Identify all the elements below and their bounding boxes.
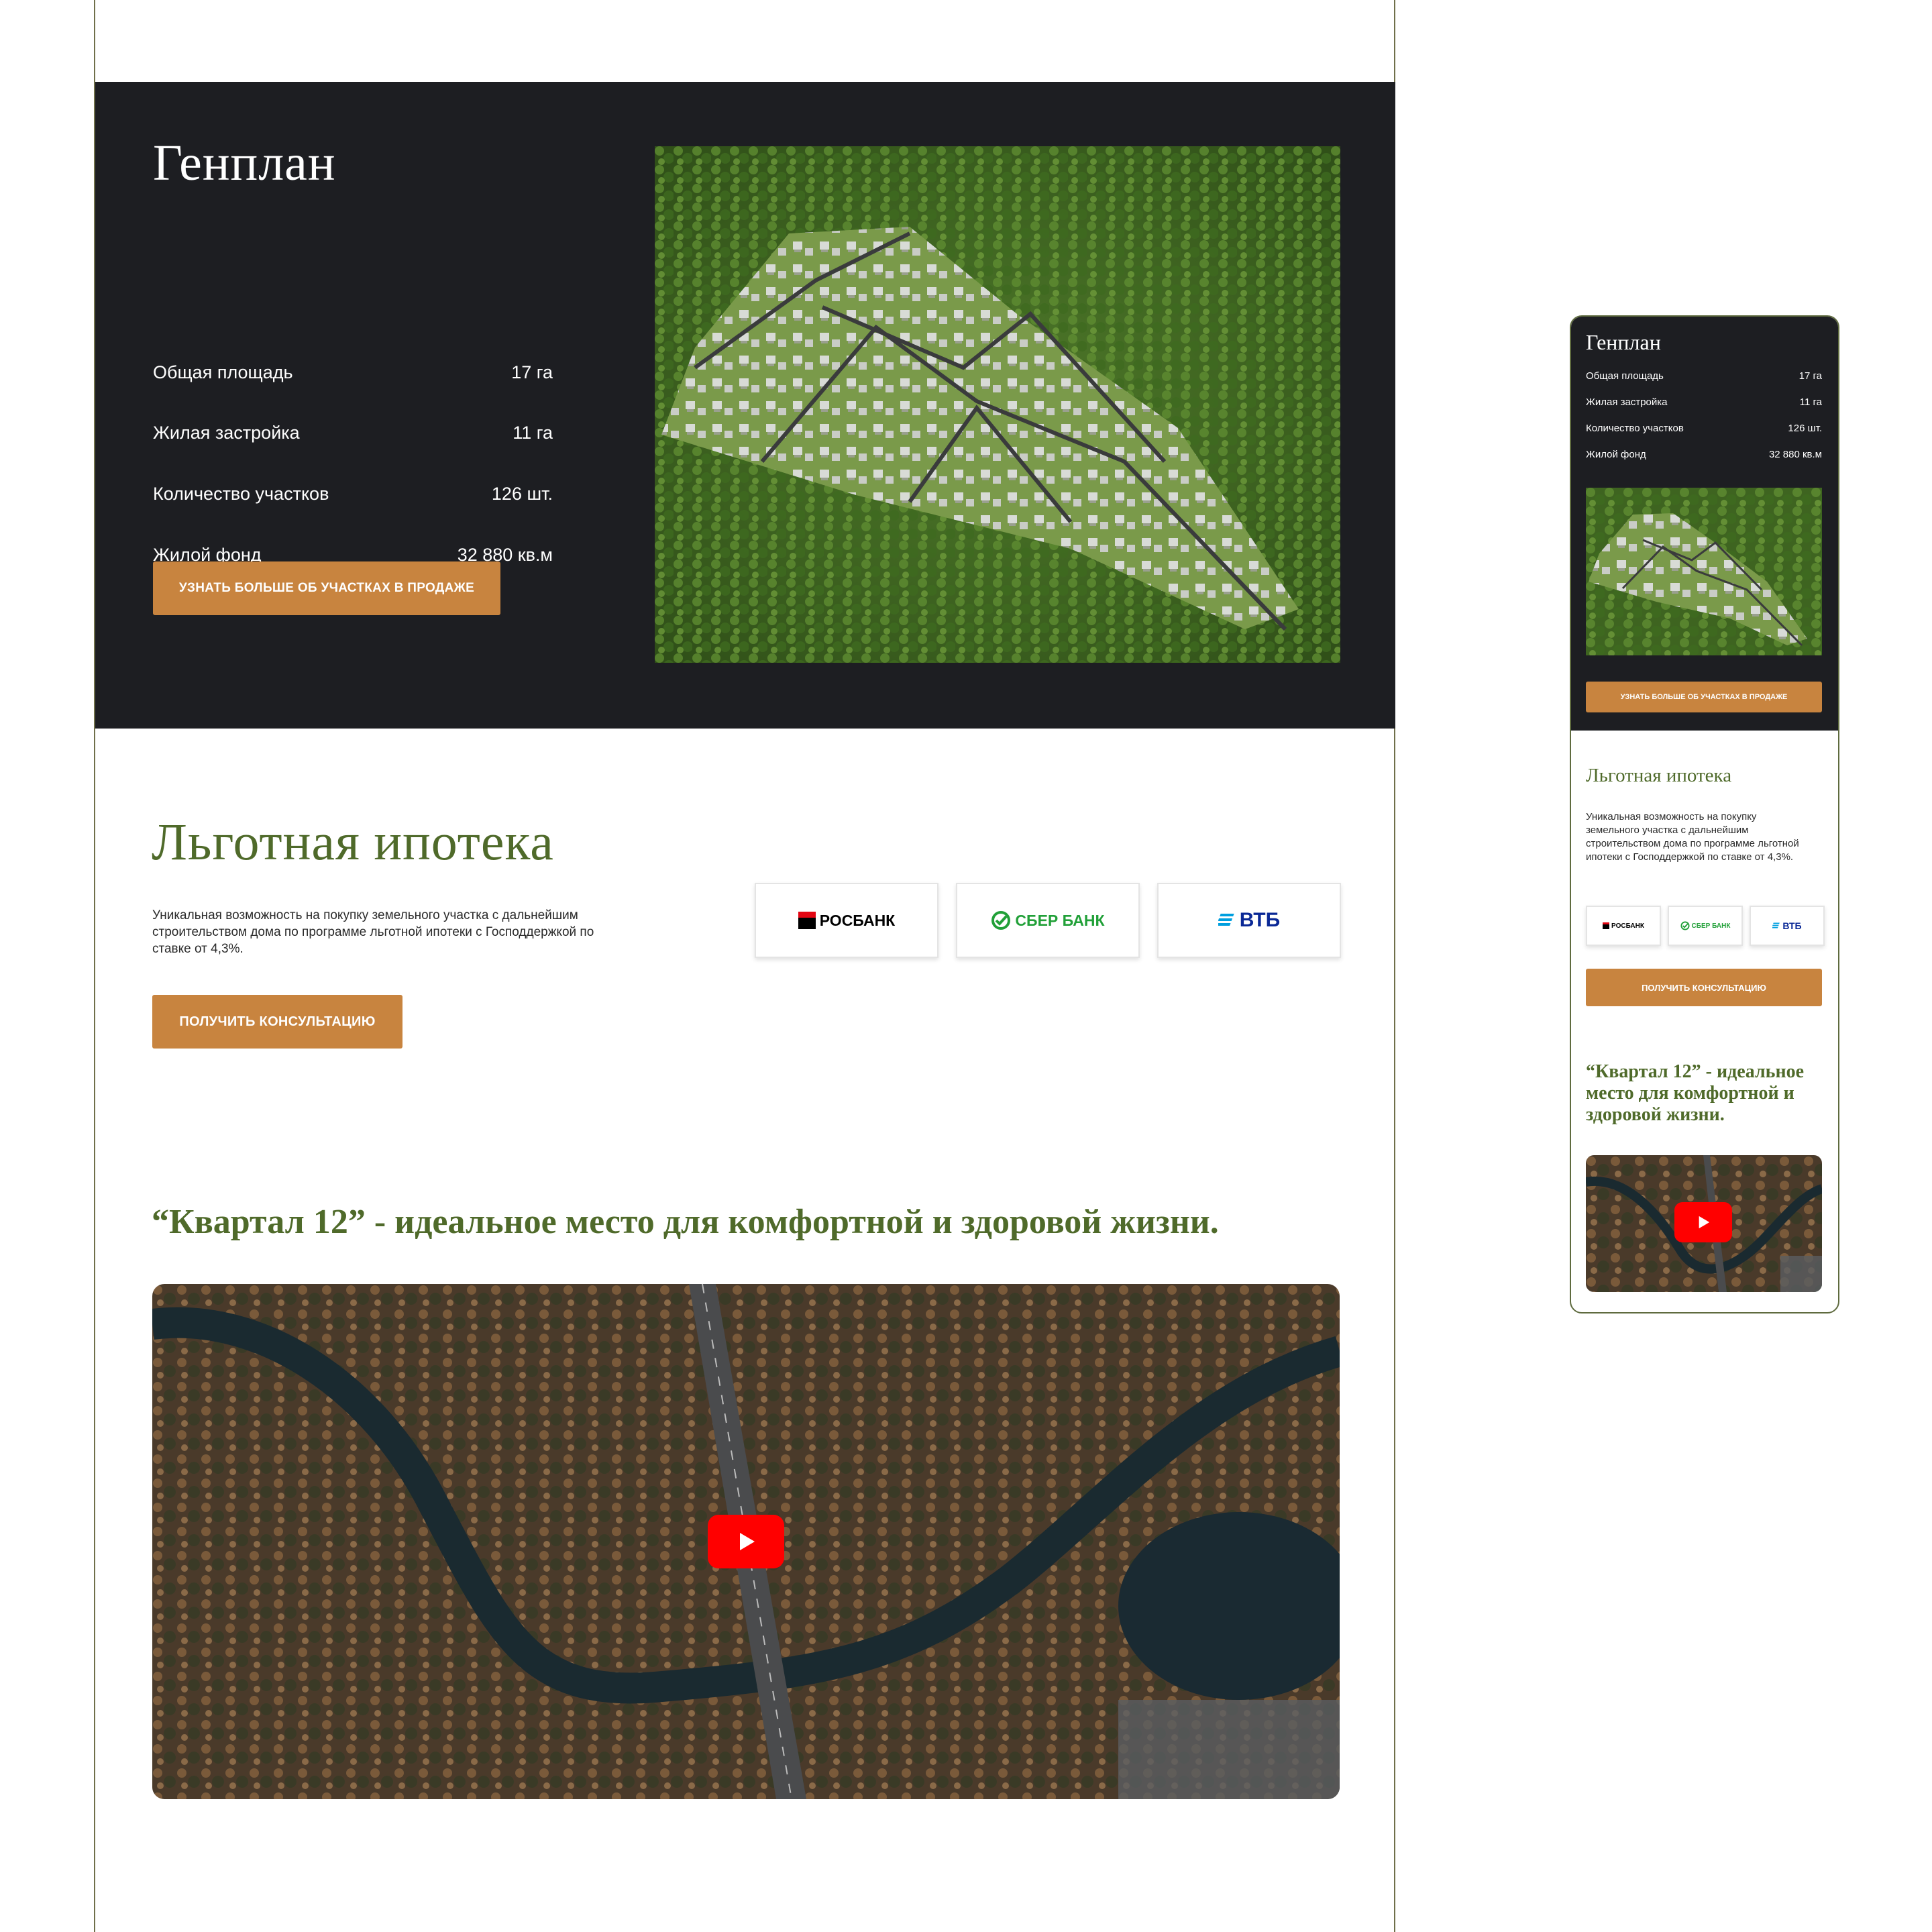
kvartal-title: “Квартал 12” - идеальное место для комфо… (152, 1203, 1219, 1241)
stat-label-total-area: Общая площадь (153, 362, 293, 382)
mobile-sber-logo-icon (1680, 921, 1690, 930)
bank-name-vtb: ВТБ (1239, 909, 1281, 931)
bank-card-sber: СБЕР БАНК (956, 883, 1140, 958)
learn-more-plots-button[interactable]: Узнать больше об участках в продаже (153, 561, 500, 615)
mobile-video-player[interactable] (1586, 1155, 1822, 1292)
genplan-title: Генплан (153, 135, 336, 191)
sber-logo-icon (991, 911, 1011, 930)
stat-value-residential: 11 га (513, 423, 553, 443)
mobile-rosbank-logo-icon (1603, 922, 1610, 929)
mobile-stat-label-total-area: Общая площадь (1586, 370, 1664, 382)
stat-label-plots: Количество участков (153, 484, 329, 504)
mobile-genplan-title: Генплан (1586, 330, 1661, 354)
bank-card-vtb: ВТБ (1157, 883, 1341, 958)
mobile-stat-value-total-area: 17 га (1799, 370, 1822, 382)
vtb-logo-icon (1218, 914, 1234, 926)
mobile-bank-card-vtb: ВТБ (1750, 906, 1825, 946)
youtube-play-button[interactable] (708, 1515, 784, 1568)
bank-name-rosbank: РОСБАНК (819, 911, 896, 929)
mobile-mortgage-description: Уникальная возможность на покупку земель… (1586, 811, 1799, 863)
genplan-aerial-image (655, 146, 1340, 663)
mobile-stat-value-plots: 126 шт. (1788, 423, 1822, 434)
mobile-bank-name-sber: СБЕР БАНК (1691, 922, 1731, 930)
stat-label-residential: Жилая застройка (153, 423, 300, 443)
mobile-stat-label-housing: Жилой фонд (1586, 449, 1646, 460)
mobile-bank-card-rosbank: РОСБАНК (1586, 906, 1661, 946)
stat-value-total-area: 17 га (511, 362, 553, 382)
get-consultation-button[interactable]: Получить консультацию (152, 995, 402, 1049)
mobile-stat-value-residential: 11 га (1799, 396, 1822, 408)
mobile-stat-label-plots: Количество участков (1586, 423, 1684, 434)
play-icon (740, 1533, 755, 1550)
mobile-mortgage-title: Льготная ипотека (1586, 765, 1732, 786)
mobile-bank-name-rosbank: РОСБАНК (1611, 922, 1644, 930)
genplan-section: Генплан Общая площадь 17 га Жилая застро… (95, 82, 1395, 729)
rosbank-logo-icon (798, 912, 816, 929)
mobile-genplan-section: Генплан Общая площадь 17 га Жилая застро… (1571, 317, 1838, 731)
mobile-stat-value-housing: 32 880 кв.м (1768, 449, 1822, 460)
mobile-stat-label-residential: Жилая застройка (1586, 396, 1668, 408)
mortgage-description: Уникальная возможность на покупку земель… (152, 908, 594, 956)
mobile-learn-more-plots-button[interactable]: Узнать больше об участках в продаже (1586, 682, 1822, 712)
mobile-youtube-play-button[interactable] (1674, 1202, 1732, 1242)
mobile-play-icon (1699, 1216, 1710, 1229)
mobile-kvartal-title: “Квартал 12” - идеальное место для комфо… (1586, 1061, 1805, 1125)
mobile-bank-card-sber: СБЕР БАНК (1668, 906, 1743, 946)
mobile-layout: Генплан Общая площадь 17 га Жилая застро… (1570, 315, 1839, 1313)
mortgage-title: Льготная ипотека (152, 812, 554, 871)
mobile-get-consultation-button[interactable]: Получить консультацию (1586, 969, 1822, 1006)
mobile-vtb-logo-icon (1772, 922, 1780, 928)
mobile-bank-name-vtb: ВТБ (1782, 920, 1802, 931)
stat-value-plots: 126 шт. (491, 484, 553, 504)
bank-name-sber: СБЕР БАНК (1015, 911, 1105, 929)
video-player[interactable] (152, 1284, 1340, 1799)
bank-card-rosbank: РОСБАНК (755, 883, 938, 958)
mobile-genplan-aerial-image (1586, 488, 1822, 655)
